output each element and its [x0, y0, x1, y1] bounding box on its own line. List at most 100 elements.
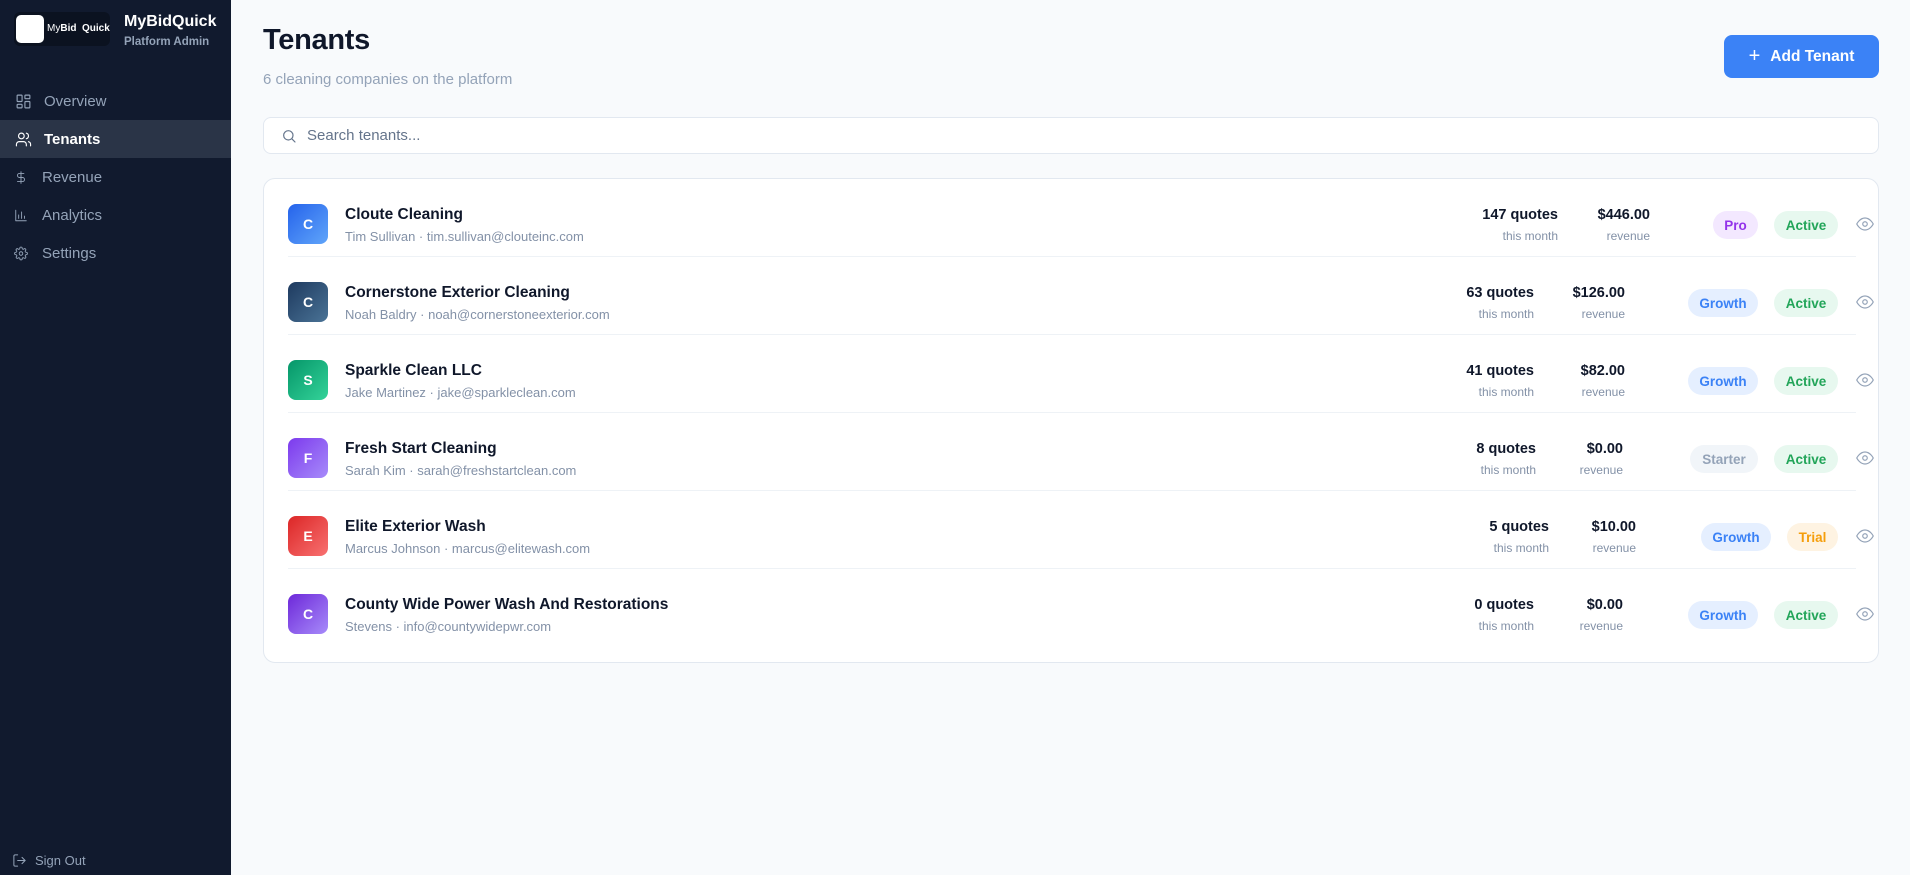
quotes-label: this month: [1478, 307, 1534, 321]
page-subtitle: 6 cleaning companies on the platform: [263, 71, 513, 88]
quotes-metric: 63 quotes this month: [1466, 284, 1534, 322]
plan-badge: Pro: [1713, 211, 1758, 239]
quotes-count: 0 quotes: [1474, 597, 1534, 613]
brand: MyBid Quick MyBidQuick Platform Admin: [0, 0, 231, 90]
page-title: Tenants: [263, 24, 370, 56]
logout-icon: [13, 854, 26, 867]
tenant-contact: Stevens · info@countywidepwr.com: [345, 619, 552, 634]
tenant-contact: Sarah Kim · sarah@freshstartclean.com: [345, 463, 577, 478]
tenant-row[interactable]: S Sparkle Clean LLC Jake Martinez · jake…: [288, 335, 1874, 413]
tenant-contact: Jake Martinez · jake@sparkleclean.com: [345, 385, 576, 400]
search-bar: [263, 117, 1879, 154]
sidebar-item-label: Revenue: [42, 168, 103, 186]
sidebar-item-label: Analytics: [42, 206, 103, 224]
tenant-avatar: C: [288, 594, 328, 634]
revenue-metric: $0.00 revenue: [1580, 440, 1623, 478]
tenant-avatar: E: [288, 516, 328, 556]
sidebar-item-settings[interactable]: Settings: [0, 234, 231, 272]
revenue-label: revenue: [1581, 385, 1625, 399]
tenant-avatar: F: [288, 438, 328, 478]
sidebar-item-analytics[interactable]: Analytics: [0, 196, 231, 234]
status-badge: Active: [1774, 445, 1838, 473]
sidebar-item-label: Settings: [42, 244, 97, 262]
sidebar-item-label: Overview: [44, 92, 107, 110]
tenant-name: Sparkle Clean LLC: [345, 362, 482, 379]
quotes-metric: 0 quotes this month: [1474, 596, 1534, 634]
quotes-metric: 5 quotes this month: [1489, 518, 1549, 556]
plan-badge: Growth: [1688, 367, 1758, 395]
revenue-value: $126.00: [1572, 285, 1625, 301]
revenue-value: $0.00: [1586, 597, 1623, 613]
users-icon: [14, 130, 32, 148]
tenant-contact: Marcus Johnson · marcus@elitewash.com: [345, 541, 591, 556]
tenant-name: Cloute Cleaning: [345, 206, 463, 223]
status-badge: Active: [1774, 601, 1838, 629]
view-tenant-button[interactable]: [1856, 215, 1874, 233]
search-input[interactable]: [307, 127, 907, 144]
tenant-list: C Cloute Cleaning Tim Sullivan · tim.sul…: [263, 178, 1879, 663]
revenue-metric: $10.00 revenue: [1592, 518, 1636, 556]
quotes-count: 5 quotes: [1489, 519, 1549, 535]
quotes-metric: 41 quotes this month: [1466, 362, 1534, 400]
sidebar-item-overview[interactable]: Overview: [0, 82, 231, 120]
plan-badge: Starter: [1690, 445, 1758, 473]
eye-icon: [1856, 217, 1874, 231]
view-tenant-button[interactable]: [1856, 293, 1874, 311]
plan-badge: Growth: [1688, 601, 1758, 629]
sidebar-item-tenants[interactable]: Tenants: [0, 120, 231, 158]
revenue-value: $446.00: [1597, 207, 1650, 223]
tenant-avatar: C: [288, 282, 328, 322]
quotes-label: this month: [1478, 619, 1534, 633]
search-icon: [283, 129, 296, 143]
eye-icon: [1856, 451, 1874, 465]
tenant-avatar: S: [288, 360, 328, 400]
plan-badge: Growth: [1688, 289, 1758, 317]
status-badge: Active: [1774, 211, 1838, 239]
grid-icon: [14, 92, 32, 110]
plus-icon: +: [1748, 44, 1761, 67]
revenue-label: revenue: [1579, 619, 1623, 633]
status-badge: Active: [1774, 289, 1838, 317]
bar-chart-icon: [14, 206, 28, 224]
quotes-label: this month: [1480, 463, 1536, 477]
quotes-count: 63 quotes: [1466, 285, 1534, 301]
brand-logo[interactable]: MyBid Quick: [14, 12, 110, 46]
revenue-label: revenue: [1592, 541, 1636, 555]
view-tenant-button[interactable]: [1856, 605, 1874, 623]
tenant-name: County Wide Power Wash And Restorations: [345, 596, 669, 613]
status-badge: Trial: [1787, 523, 1838, 551]
tenant-name: Elite Exterior Wash: [345, 518, 486, 535]
tenant-row[interactable]: C Cloute Cleaning Tim Sullivan · tim.sul…: [288, 179, 1874, 257]
sign-out-label: Sign Out: [35, 853, 86, 868]
brand-name: MyBidQuick: [124, 13, 217, 30]
sidebar-item-label: Tenants: [44, 130, 101, 148]
tenant-row[interactable]: E Elite Exterior Wash Marcus Johnson · m…: [288, 491, 1874, 569]
logo-mark: [16, 15, 44, 43]
sign-out-button[interactable]: Sign Out: [12, 853, 86, 868]
revenue-label: revenue: [1581, 307, 1625, 321]
quotes-label: this month: [1502, 229, 1558, 243]
tenant-row[interactable]: F Fresh Start Cleaning Sarah Kim · sarah…: [288, 413, 1874, 491]
add-tenant-button[interactable]: + Add Tenant: [1724, 35, 1879, 78]
eye-icon: [1856, 295, 1874, 309]
tenant-row[interactable]: C County Wide Power Wash And Restoration…: [288, 569, 1874, 647]
tenant-avatar: C: [288, 204, 328, 244]
view-tenant-button[interactable]: [1856, 527, 1874, 545]
view-tenant-button[interactable]: [1856, 449, 1874, 467]
quotes-count: 8 quotes: [1476, 441, 1536, 457]
sidebar-item-revenue[interactable]: Revenue: [0, 158, 231, 196]
gear-icon: [14, 244, 28, 262]
quotes-count: 147 quotes: [1482, 207, 1558, 223]
revenue-value: $82.00: [1580, 363, 1625, 379]
tenant-row[interactable]: C Cornerstone Exterior Cleaning Noah Bal…: [288, 257, 1874, 335]
tenant-contact: Noah Baldry · noah@cornerstoneexterior.c…: [345, 307, 610, 322]
revenue-value: $0.00: [1586, 441, 1623, 457]
status-badge: Active: [1774, 367, 1838, 395]
add-tenant-label: Add Tenant: [1770, 47, 1855, 65]
plan-badge: Growth: [1701, 523, 1771, 551]
quotes-label: this month: [1493, 541, 1549, 555]
revenue-label: revenue: [1579, 463, 1623, 477]
logo-wordmark: MyBid Quick: [47, 23, 110, 34]
tenant-name: Fresh Start Cleaning: [345, 440, 497, 457]
view-tenant-button[interactable]: [1856, 371, 1874, 389]
